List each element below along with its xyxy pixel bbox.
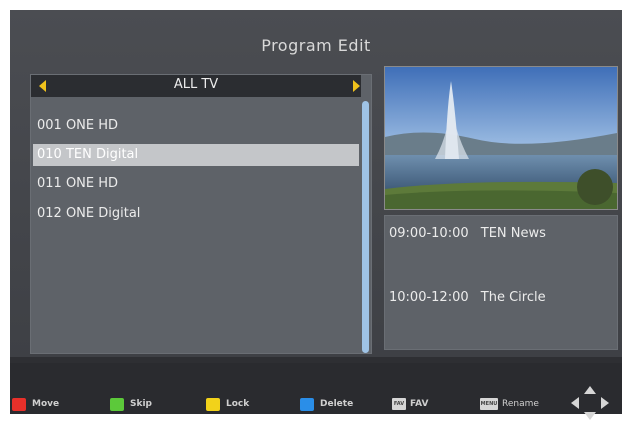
blue-key-icon (300, 397, 314, 411)
fav-label: FAV (410, 399, 429, 409)
delete-label: Delete (320, 399, 354, 409)
fav-hint[interactable]: FAV FAV (392, 396, 428, 412)
channel-label: 001 ONE HD (37, 118, 119, 133)
page-title: Program Edit (261, 36, 371, 55)
epg-program: The Circle (480, 290, 546, 305)
lock-label: Lock (226, 399, 250, 409)
channel-row-selected[interactable]: 010 TEN Digital (33, 144, 359, 166)
skip-label: Skip (130, 399, 152, 409)
group-selector[interactable]: ALL TV (31, 75, 361, 97)
channel-label: 011 ONE HD (37, 176, 119, 191)
lock-hint[interactable]: Lock (206, 396, 249, 412)
epg-entry: 10:00-12:00 The Circle (389, 290, 546, 305)
rename-label: Rename (502, 399, 539, 409)
channel-row[interactable]: 001 ONE HD (33, 115, 359, 137)
channel-preview-video (384, 66, 618, 210)
channel-label: 010 TEN Digital (37, 147, 139, 162)
channel-row[interactable]: 012 ONE Digital (33, 203, 359, 225)
skip-hint[interactable]: Skip (110, 396, 152, 412)
epg-time: 10:00-12:00 (389, 290, 469, 305)
rename-hint[interactable]: MENU Rename (480, 396, 539, 412)
channel-list-panel: ALL TV 001 ONE HD 010 TEN Digital 011 ON… (30, 74, 372, 354)
program-edit-screen: Program Edit ALL TV 001 ONE HD 010 TEN D… (10, 10, 622, 420)
menu-key-icon: MENU (480, 398, 498, 410)
dpad-icon (571, 386, 609, 420)
triangle-right-icon[interactable] (353, 80, 360, 92)
epg-entry: 09:00-10:00 TEN News (389, 226, 546, 241)
move-label: Move (32, 399, 60, 409)
epg-time: 09:00-10:00 (389, 226, 469, 241)
list-scrollbar[interactable] (362, 101, 369, 353)
yellow-key-icon (206, 397, 220, 411)
group-label: ALL TV (173, 77, 219, 92)
green-key-icon (110, 397, 124, 411)
fav-key-icon: FAV (392, 398, 406, 410)
red-key-icon (12, 397, 26, 411)
epg-panel: 09:00-10:00 TEN News 10:00-12:00 The Cir… (384, 215, 618, 350)
preview-image (385, 67, 617, 209)
channel-row[interactable]: 011 ONE HD (33, 173, 359, 195)
channel-label: 012 ONE Digital (37, 206, 141, 221)
epg-program: TEN News (480, 226, 546, 241)
help-bar: Move Skip Lock Delete FAV FAV MENU Renam… (10, 363, 622, 420)
move-hint[interactable]: Move (12, 396, 59, 412)
delete-hint[interactable]: Delete (300, 396, 353, 412)
